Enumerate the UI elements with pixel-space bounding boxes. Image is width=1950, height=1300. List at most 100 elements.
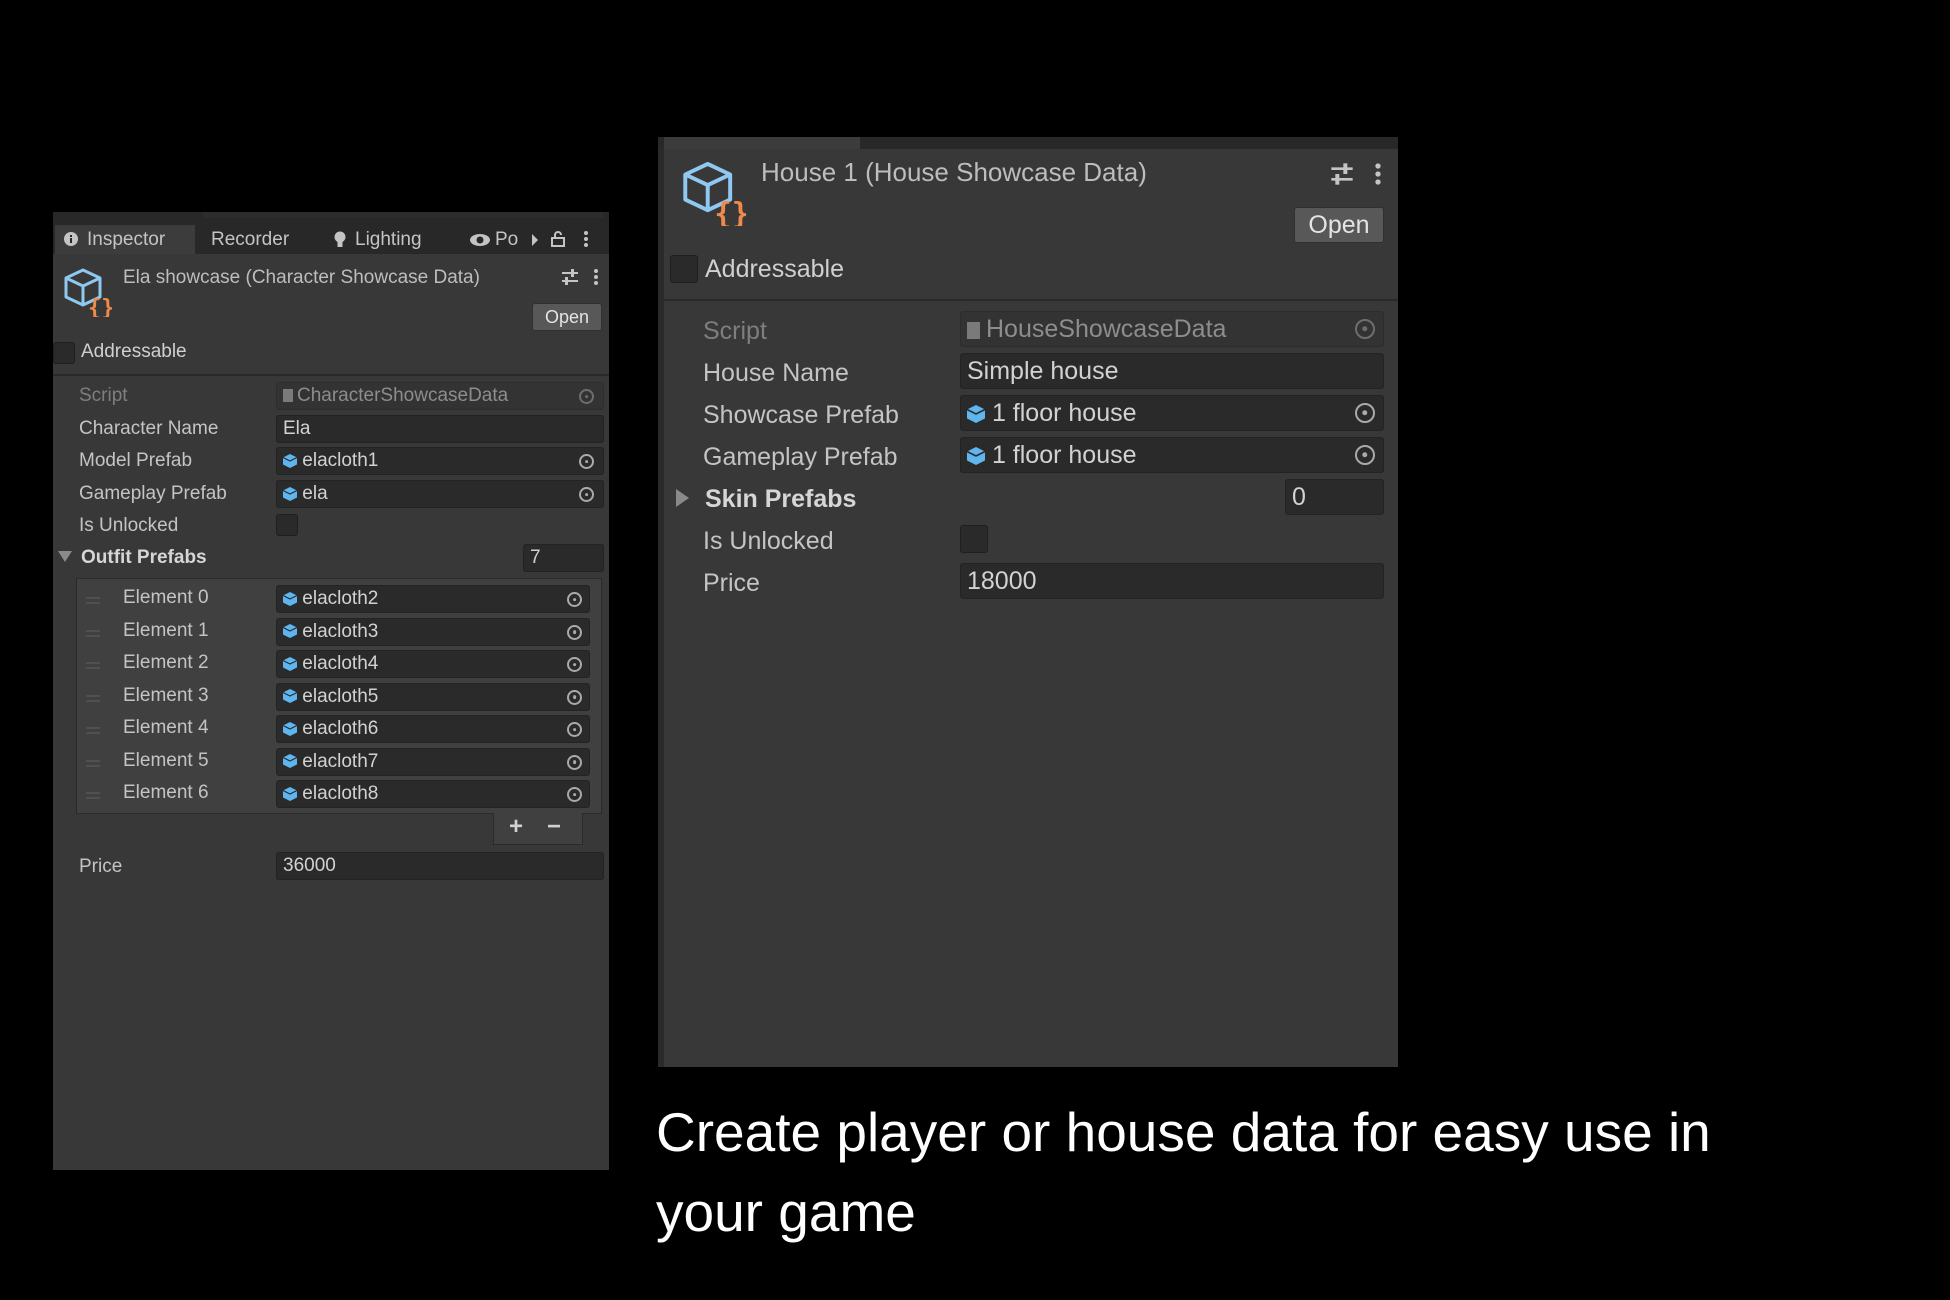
prefab-cube-icon [283, 689, 297, 704]
prefab-cube-icon [283, 624, 297, 639]
object-picker-icon[interactable] [1355, 445, 1375, 465]
scriptable-object-icon: {} [683, 161, 746, 226]
model-prefab-value: elacloth1 [302, 450, 379, 471]
menu-dots-icon[interactable] [593, 268, 599, 286]
object-picker-icon[interactable] [567, 722, 582, 737]
house-inspector-panel: {} House 1 (House Showcase Data) Open Ad… [658, 137, 1398, 1067]
list-item[interactable]: Element 0 elacloth2 [77, 585, 601, 615]
gameplay-prefab-value: 1 floor house [991, 441, 1137, 469]
preset-sliders-icon[interactable] [561, 268, 579, 286]
element-label: Element 3 [123, 684, 209, 706]
house-name-label: House Name [703, 359, 849, 387]
open-button[interactable]: Open [1294, 207, 1384, 243]
object-picker-icon[interactable] [579, 487, 594, 502]
object-picker-icon[interactable] [579, 454, 594, 469]
svg-text:{}: {} [714, 196, 746, 226]
foldout-arrow-icon[interactable] [58, 551, 72, 563]
model-prefab-field[interactable]: elacloth1 [276, 447, 604, 475]
list-item[interactable]: Element 5 elacloth7 [77, 747, 601, 778]
script-value: HouseShowcaseData [986, 315, 1227, 343]
asset-title: Ela showcase (Character Showcase Data) [123, 267, 480, 288]
prefab-cube-icon [283, 786, 297, 801]
price-input[interactable]: 18000 [960, 563, 1384, 599]
tab-recorder[interactable]: Recorder [211, 225, 289, 254]
character-inspector-panel: Inspector Recorder Lighting Po {} Ela sh… [53, 212, 609, 1170]
element-prefab-field[interactable]: elacloth2 [276, 585, 590, 613]
scriptable-object-icon: {} [64, 268, 112, 317]
house-name-input[interactable]: Simple house [960, 353, 1384, 389]
addressable-checkbox[interactable] [670, 255, 698, 283]
object-picker-icon[interactable] [567, 592, 582, 607]
gameplay-prefab-field[interactable]: 1 floor house [960, 437, 1384, 473]
character-name-input[interactable]: Ela [276, 415, 604, 443]
object-picker-icon[interactable] [579, 389, 594, 404]
script-label: Script [703, 317, 767, 345]
element-prefab-field[interactable]: elacloth3 [276, 617, 590, 646]
eye-icon [470, 234, 490, 246]
list-item[interactable]: Element 4 elacloth6 [77, 715, 601, 745]
list-item[interactable]: Element 6 elacloth8 [77, 780, 601, 810]
object-picker-icon[interactable] [567, 754, 582, 770]
tab-po[interactable]: Po [469, 225, 518, 254]
object-picker-icon[interactable] [567, 689, 582, 705]
outfit-prefabs-count-input[interactable]: 7 [523, 544, 604, 572]
element-prefab-field[interactable]: elacloth5 [276, 682, 590, 711]
add-element-button[interactable]: + [509, 813, 523, 841]
price-input[interactable]: 36000 [276, 852, 604, 880]
script-asset-icon [283, 389, 293, 403]
foldout-arrow-icon[interactable] [676, 489, 690, 507]
element-label: Element 5 [123, 749, 209, 771]
remove-element-button[interactable]: − [547, 813, 561, 841]
list-item[interactable]: Element 3 elacloth5 [77, 682, 601, 713]
element-prefab-field[interactable]: elacloth8 [276, 780, 590, 808]
outfit-prefabs-list: Element 0 elacloth2 Element 1 elacloth3 El… [76, 578, 602, 814]
tab-scroll-right-icon[interactable] [531, 234, 539, 246]
object-picker-icon[interactable] [1355, 319, 1375, 339]
tab-lighting[interactable]: Lighting [333, 225, 422, 254]
tab-inspector[interactable]: Inspector [55, 225, 195, 254]
character-name-label: Character Name [79, 418, 219, 439]
lightbulb-icon [334, 231, 346, 247]
tab-inspector-cropped[interactable] [664, 137, 860, 149]
panel-left-border [658, 137, 664, 1067]
list-item[interactable]: Element 2 elacloth4 [77, 650, 601, 680]
element-label: Element 1 [123, 619, 209, 641]
element-label: Element 2 [123, 652, 209, 673]
object-picker-icon[interactable] [567, 787, 582, 802]
prefab-cube-icon [283, 721, 297, 736]
prefab-cube-icon [283, 656, 297, 671]
element-value: elacloth2 [302, 588, 379, 609]
element-prefab-field[interactable]: elacloth4 [276, 650, 590, 678]
header-divider [53, 374, 609, 376]
element-value: elacloth4 [302, 653, 379, 674]
addressable-label: Addressable [81, 341, 187, 362]
object-picker-icon[interactable] [567, 624, 582, 640]
object-picker-icon[interactable] [1355, 403, 1375, 423]
list-item[interactable]: Element 1 elacloth3 [77, 617, 601, 648]
element-prefab-field[interactable]: elacloth6 [276, 715, 590, 743]
menu-dots-icon[interactable] [583, 230, 589, 248]
showcase-prefab-value: 1 floor house [991, 399, 1137, 427]
gameplay-prefab-field[interactable]: ela [276, 480, 604, 508]
caption-line-1: Create player or house data for easy use… [656, 1101, 1711, 1163]
script-field: CharacterShowcaseData [276, 382, 604, 410]
skin-prefabs-count-input[interactable]: 0 [1285, 479, 1384, 515]
open-button[interactable]: Open [532, 303, 602, 331]
element-label: Element 6 [123, 782, 209, 803]
element-value: elacloth3 [302, 620, 379, 642]
showcase-prefab-field[interactable]: 1 floor house [960, 395, 1384, 431]
is-unlocked-checkbox[interactable] [960, 525, 988, 553]
menu-dots-icon[interactable] [1374, 162, 1382, 186]
script-value: CharacterShowcaseData [297, 385, 509, 406]
is-unlocked-checkbox[interactable] [276, 514, 298, 536]
addressable-checkbox[interactable] [53, 342, 75, 364]
preset-sliders-icon[interactable] [1330, 162, 1354, 186]
gameplay-prefab-label: Gameplay Prefab [703, 443, 898, 471]
lock-icon[interactable] [551, 231, 565, 247]
outfit-prefabs-label[interactable]: Outfit Prefabs [81, 547, 207, 569]
element-prefab-field[interactable]: elacloth7 [276, 747, 590, 776]
element-label: Element 4 [123, 717, 209, 738]
object-picker-icon[interactable] [567, 657, 582, 672]
showcase-prefab-label: Showcase Prefab [703, 401, 899, 429]
skin-prefabs-label[interactable]: Skin Prefabs [705, 485, 856, 514]
